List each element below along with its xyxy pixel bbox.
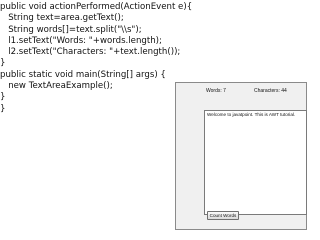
code-line: l2.setText("Characters: "+text.length())… [0,47,181,58]
code-line: String text=area.getText(); [0,13,124,24]
text-area-value: Welcome to javatpoint. This is AWT tutor… [207,112,296,117]
code-line: } [0,58,6,69]
words-count-label: Words: 7 [206,88,226,94]
characters-count-label: Characters: 44 [254,88,287,94]
code-line: new TextAreaExample(); [0,81,113,92]
code-line: String words[]=text.split("\\s"); [0,24,142,35]
app-window: Words: 7 Characters: 44 Welcome to javat… [175,82,307,230]
code-line: public static void main(String[] args) { [0,69,166,80]
code-line: public void actionPerformed(ActionEvent … [0,2,193,12]
code-line: l1.setText("Words: "+words.length); [0,35,162,46]
code-line: } [0,103,6,114]
count-words-button[interactable]: Count Words [207,211,239,220]
counts-bar: Words: 7 Characters: 44 [176,88,306,98]
code-line: } [0,92,6,103]
text-area[interactable]: Welcome to javatpoint. This is AWT tutor… [204,110,307,215]
code-snippet: public void actionPerformed(ActionEvent … [0,2,200,115]
